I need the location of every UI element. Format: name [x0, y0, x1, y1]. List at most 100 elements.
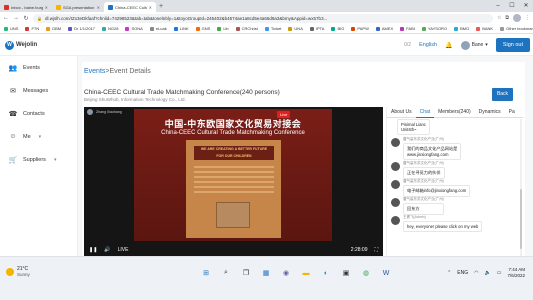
bookmark-item[interactable]: BMO: [454, 26, 469, 31]
search-icon[interactable]: ⌕: [220, 267, 232, 279]
task-view-icon[interactable]: ❐: [240, 267, 252, 279]
close-tab-icon[interactable]: ✕: [97, 5, 100, 10]
user-menu[interactable]: Bane ▾: [460, 40, 488, 50]
bookmark-label: NG28: [108, 26, 119, 31]
chat-avatar[interactable]: [391, 198, 400, 207]
bookmark-item[interactable]: UNS: [4, 26, 18, 31]
window-controls: – ☐ ✕: [491, 0, 533, 12]
video-player[interactable]: Zhang Xiaohang 中国-中东欧国家文化贸易对接会 China-CEE…: [84, 107, 383, 257]
bookmark-item[interactable]: NG28: [102, 26, 118, 31]
bookmark-label: GNS: [201, 26, 211, 31]
close-tab-icon[interactable]: ✕: [149, 5, 152, 10]
bookmark-icon: [476, 26, 481, 31]
chat-avatar[interactable]: [391, 180, 400, 189]
bookmark-label: Dr 1/1/2017: [74, 26, 96, 31]
lock-icon: 🔒: [37, 15, 42, 21]
fullscreen-icon[interactable]: ⛶: [374, 247, 378, 253]
bookmark-item[interactable]: Lib: [217, 26, 229, 31]
sidebar-item-contacts[interactable]: ☎ Contacts: [0, 102, 77, 125]
battery-icon[interactable]: ▭: [497, 270, 502, 276]
maximize-button[interactable]: ☐: [505, 0, 519, 12]
bookmark-item[interactable]: FABI: [400, 26, 415, 31]
browser-tab-slides[interactable]: SGA presentation 2022.pptx - Go... ✕: [52, 2, 104, 12]
back-button[interactable]: Back: [492, 88, 513, 101]
bookmark-item[interactable]: DBM: [46, 26, 61, 31]
store-icon[interactable]: ▣: [340, 267, 352, 279]
clock[interactable]: 7:44 AM 7/6/2022: [507, 267, 525, 279]
bookmark-label: eLuak: [155, 26, 167, 31]
browser-tab-gmail[interactable]: Inbox - baine.burgalessi@gmail.c... ✕: [0, 2, 52, 12]
tab-partial[interactable]: Pa: [505, 107, 519, 118]
address-bar: ← → ↻ 🔒 dl.wjslh.com/IZx3eDkfaaf?chnlid=…: [0, 12, 533, 24]
chat-avatar[interactable]: [391, 216, 400, 225]
slide-line: FOR OUR CHILDREN: [216, 154, 252, 158]
widgets-icon[interactable]: ▦: [260, 267, 272, 279]
bookmark-item[interactable]: YAYSORO: [421, 26, 447, 31]
chat-message: 唐气高东苏文化产业(广州) 回东方: [391, 197, 444, 215]
bookmark-item[interactable]: eLuak: [149, 26, 167, 31]
sidebar-item-events[interactable]: 👥 Events: [0, 56, 77, 79]
language-selector[interactable]: English: [419, 42, 437, 48]
sidebar-item-me[interactable]: ☺ Me ▾: [0, 125, 77, 148]
bookmark-item[interactable]: PAPW: [351, 26, 369, 31]
bookmark-item[interactable]: Dr 1/1/2017: [68, 26, 95, 31]
bookmark-item[interactable]: AMEX: [375, 26, 393, 31]
chevron-up-icon[interactable]: ⌃: [447, 270, 451, 276]
tab-about-us[interactable]: About Us: [387, 107, 416, 118]
bookmark-item[interactable]: GNS: [195, 26, 211, 31]
bookmark-item[interactable]: SONA: [125, 26, 143, 31]
speaker-icon[interactable]: 🔈: [485, 270, 491, 276]
chat-app-icon[interactable]: ◉: [280, 267, 292, 279]
file-explorer-icon[interactable]: ▬: [300, 267, 312, 279]
bookmark-label: LINK: [179, 26, 189, 31]
weather-widget[interactable]: 21°C Sunny: [6, 266, 30, 277]
browser-tab-active[interactable]: China-CEEC Cultural Trade M... ✕: [104, 2, 156, 12]
sidebar-item-suppliers[interactable]: 🛒 Suppliers ▾: [0, 148, 77, 171]
url-field[interactable]: 🔒 dl.wjslh.com/IZx3eDkfaaf?chnlid=742985…: [33, 13, 493, 23]
profile-avatar[interactable]: [513, 14, 521, 22]
bookmark-item[interactable]: Ticket: [264, 26, 281, 31]
extensions-icon[interactable]: ⧉: [505, 15, 509, 21]
tab-members[interactable]: Members(240): [434, 107, 475, 118]
bookmark-item[interactable]: Other bookmarks: [500, 26, 533, 31]
menu-icon[interactable]: ⋮: [525, 15, 530, 21]
tab-dynamics[interactable]: Dynamics: [475, 107, 505, 118]
wifi-icon[interactable]: ◠: [474, 270, 478, 276]
bookmark-item[interactable]: CRChrist: [235, 26, 258, 31]
volume-icon[interactable]: 🔊: [104, 247, 110, 253]
bookmark-icon: [331, 26, 336, 31]
user-name: Bane: [471, 42, 484, 48]
sign-out-button[interactable]: Sign out: [495, 38, 530, 52]
forward-arrow-icon[interactable]: →: [13, 15, 19, 21]
bookmark-item[interactable]: FTN: [25, 26, 39, 31]
back-arrow-icon[interactable]: ←: [3, 15, 9, 21]
bookmark-item[interactable]: IPTA: [309, 26, 324, 31]
chat-avatar[interactable]: [391, 162, 400, 171]
reload-icon[interactable]: ↻: [23, 15, 29, 22]
brand-logo[interactable]: W Wejolin: [5, 40, 37, 50]
bookmark-label: UNA: [294, 26, 303, 31]
minimize-button[interactable]: –: [491, 0, 505, 12]
close-tab-icon[interactable]: ✕: [45, 5, 48, 10]
bookmark-item[interactable]: LINK: [173, 26, 189, 31]
bookmark-item[interactable]: BIG: [331, 26, 344, 31]
edge-icon[interactable]: ◐: [320, 267, 332, 279]
chat-scrollbar[interactable]: [520, 119, 522, 257]
chrome-icon[interactable]: ◍: [360, 267, 372, 279]
chat-avatar[interactable]: [391, 138, 400, 147]
pause-icon[interactable]: ❚❚: [89, 247, 97, 253]
bell-icon[interactable]: 🔔: [445, 42, 452, 49]
sidebar-item-messages[interactable]: ✉ Messages: [0, 79, 77, 102]
star-icon[interactable]: ☆: [497, 15, 501, 21]
new-tab-button[interactable]: +: [156, 2, 166, 12]
bookmark-icon: [375, 26, 380, 31]
bookmark-item[interactable]: BANK: [476, 26, 493, 31]
breadcrumb-events-link[interactable]: Events: [84, 68, 105, 75]
bookmark-item[interactable]: UNA: [288, 26, 303, 31]
close-window-button[interactable]: ✕: [519, 0, 533, 12]
language-indicator[interactable]: ENG: [457, 270, 468, 276]
tab-chat[interactable]: Chat: [415, 107, 435, 118]
windows-start-icon[interactable]: ⊞: [200, 267, 212, 279]
word-icon[interactable]: W: [380, 267, 392, 279]
bookmark-icon: [68, 26, 73, 31]
